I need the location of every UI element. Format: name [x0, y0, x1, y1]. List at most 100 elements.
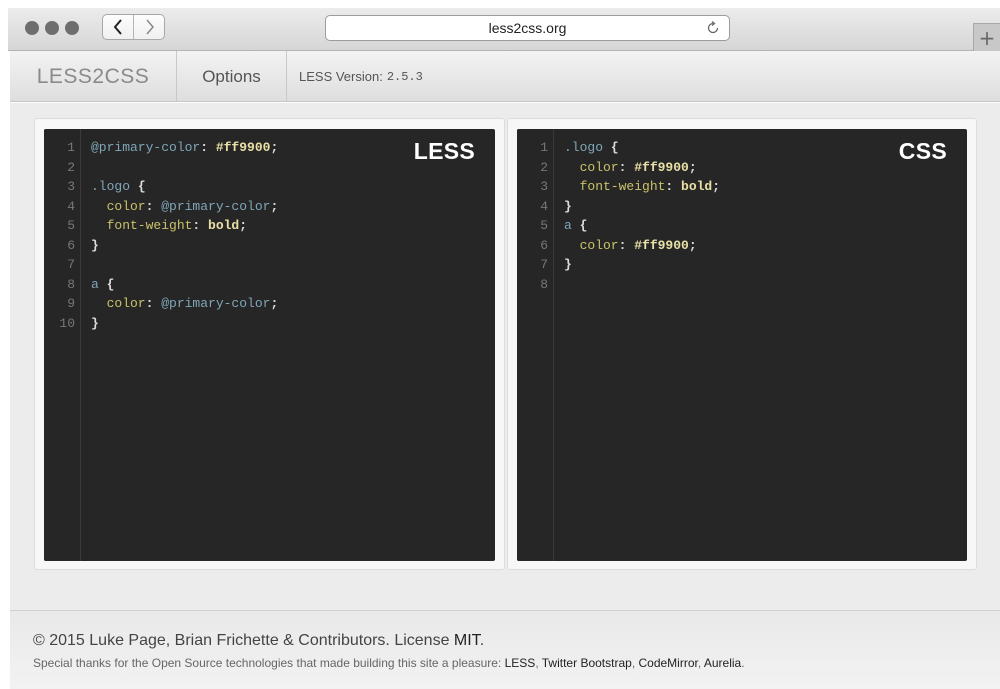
code-token: } — [564, 198, 572, 214]
license-link[interactable]: MIT — [454, 632, 480, 649]
line-number: 9 — [67, 296, 75, 311]
footer: © 2015 Luke Page, Brian Frichette & Cont… — [10, 610, 1000, 689]
css-label: CSS — [898, 138, 947, 164]
close-window-button[interactable] — [25, 21, 39, 35]
less-link[interactable]: LESS — [505, 656, 536, 670]
history-nav-group — [102, 14, 165, 40]
code-token: } — [91, 315, 99, 331]
code-token: ; — [270, 198, 279, 214]
code-token: { — [571, 218, 588, 233]
code-token: font-weight — [564, 179, 666, 194]
code-token: : — [618, 237, 635, 253]
code-token: } — [91, 237, 99, 253]
less-editor[interactable]: 1 @primary-color: #ff9900; 2 3 .logo {4 colo… — [44, 129, 495, 561]
aurelia-link[interactable]: Aurelia — [704, 656, 741, 670]
code-line: 8 — [517, 275, 967, 295]
reload-icon — [707, 21, 719, 34]
code-token: { — [98, 276, 115, 292]
line-number: 1 — [67, 140, 75, 155]
code-text: } — [564, 197, 572, 217]
address-bar[interactable]: less2css.org — [325, 15, 730, 41]
line-number: 5 — [540, 218, 548, 233]
plus-icon: + — [978, 25, 996, 50]
less-version-selector[interactable]: LESS Version: 2.5.3 — [299, 51, 423, 102]
less-panel: 1 @primary-color: #ff9900; 2 3 .logo {4 colo… — [34, 118, 505, 570]
bootstrap-link[interactable]: Twitter Bootstrap — [542, 656, 632, 670]
code-line: 6} — [44, 236, 495, 256]
code-line: 10} — [44, 314, 495, 334]
new-tab-button[interactable]: + — [973, 23, 1000, 51]
chevron-left-icon — [113, 19, 122, 35]
code-token: ; — [712, 179, 721, 194]
code-token: color — [91, 296, 146, 311]
copyright-prefix: © 2015 Luke Page, Brian Frichette & Cont… — [33, 632, 454, 649]
line-number: 7 — [67, 257, 75, 272]
code-token: : — [192, 218, 209, 233]
code-token: @primary-color — [161, 198, 271, 214]
code-token: a — [91, 276, 99, 292]
minimize-window-button[interactable] — [45, 21, 59, 35]
options-button[interactable]: Options — [176, 51, 287, 102]
codemirror-link[interactable]: CodeMirror — [638, 656, 697, 670]
url-text: less2css.org — [488, 20, 567, 36]
line-number: 4 — [67, 198, 75, 214]
code-token: @primary-color — [161, 296, 271, 311]
line-number: 2 — [540, 159, 548, 175]
code-text: color: #ff9900; — [564, 236, 697, 256]
less-label: LESS — [413, 138, 475, 164]
thanks-suffix: . — [741, 656, 745, 670]
line-number: 4 — [540, 198, 548, 214]
line-number: 6 — [67, 237, 75, 253]
version-value: 2.5.3 — [386, 69, 423, 84]
copyright-text: © 2015 Luke Page, Brian Frichette & Cont… — [33, 632, 484, 650]
code-token: } — [564, 257, 572, 272]
code-text: a { — [91, 275, 114, 295]
code-line: 3 font-weight: bold; — [517, 177, 967, 197]
code-token: @primary-color — [91, 140, 201, 155]
less-code-lines: 1 @primary-color: #ff9900; 2 3 .logo {4 colo… — [44, 138, 495, 333]
code-token: bold — [208, 218, 240, 233]
brand-link[interactable]: LESS2CSS — [10, 51, 176, 102]
forward-button[interactable] — [134, 15, 164, 39]
code-text: .logo { — [91, 177, 146, 197]
code-line: 4 color: @primary-color; — [44, 197, 495, 217]
code-token: #ff9900 — [634, 159, 689, 175]
css-editor[interactable]: 1 .logo {2 color: #ff9900; 3 font-weight: … — [517, 129, 967, 561]
line-number: 1 — [540, 140, 548, 155]
editor-area: 1 @primary-color: #ff9900; 2 3 .logo {4 colo… — [10, 103, 1000, 610]
reload-button[interactable] — [704, 19, 722, 37]
code-token: ; — [688, 159, 697, 175]
version-label: LESS Version: — [299, 69, 383, 84]
thanks-prefix: Special thanks for the Open Source techn… — [33, 656, 505, 670]
copyright-suffix: . — [479, 632, 485, 649]
thanks-text: Special thanks for the Open Source techn… — [33, 656, 745, 670]
code-line: 8a { — [44, 275, 495, 295]
code-text: .logo { — [564, 138, 619, 158]
code-token: #ff9900 — [215, 140, 271, 155]
line-number: 6 — [540, 237, 548, 253]
code-text: font-weight: bold; — [91, 216, 247, 236]
code-text: } — [91, 236, 99, 256]
line-number: 8 — [67, 276, 75, 292]
code-line: 7} — [517, 255, 967, 275]
code-text: color: @primary-color; — [91, 294, 279, 314]
code-text: } — [91, 314, 99, 334]
code-token: color — [564, 159, 619, 175]
back-button[interactable] — [103, 15, 134, 39]
code-token: : — [665, 179, 682, 194]
code-token: font-weight — [91, 218, 193, 233]
code-token: { — [130, 179, 146, 194]
code-text: color: @primary-color; — [91, 197, 279, 217]
code-token: { — [603, 140, 619, 155]
line-number: 3 — [67, 179, 75, 194]
code-text: } — [564, 255, 572, 275]
code-token: ; — [270, 140, 279, 155]
code-line: 5 a { — [517, 216, 967, 236]
code-token: : — [618, 159, 635, 175]
code-line: 9 color: @primary-color; — [44, 294, 495, 314]
code-text: a { — [564, 216, 587, 236]
zoom-window-button[interactable] — [65, 21, 79, 35]
code-token: color — [91, 198, 146, 214]
code-token: .logo — [91, 179, 131, 194]
code-line: 7 — [44, 255, 495, 275]
